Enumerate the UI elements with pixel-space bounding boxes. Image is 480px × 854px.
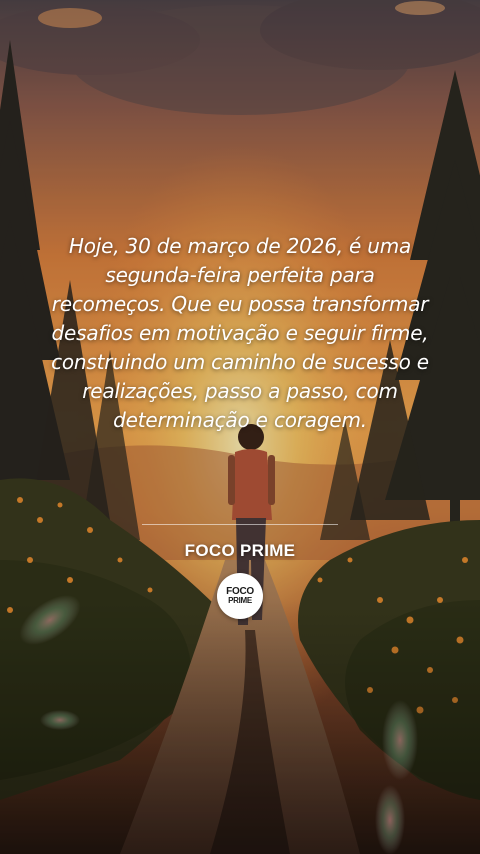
quote-text: Hoje, 30 de março de 2026, é uma segunda… (51, 234, 429, 432)
brand-logo: FOCO PRIME (217, 573, 263, 619)
brand-name: FOCO PRIME (184, 541, 296, 560)
divider (142, 524, 338, 525)
brand-logo-line-2: PRIME (228, 596, 252, 605)
wallpaper-card: Hoje, 30 de março de 2026, é uma segunda… (0, 0, 480, 854)
brand-logo-line-1: FOCO (226, 586, 254, 597)
